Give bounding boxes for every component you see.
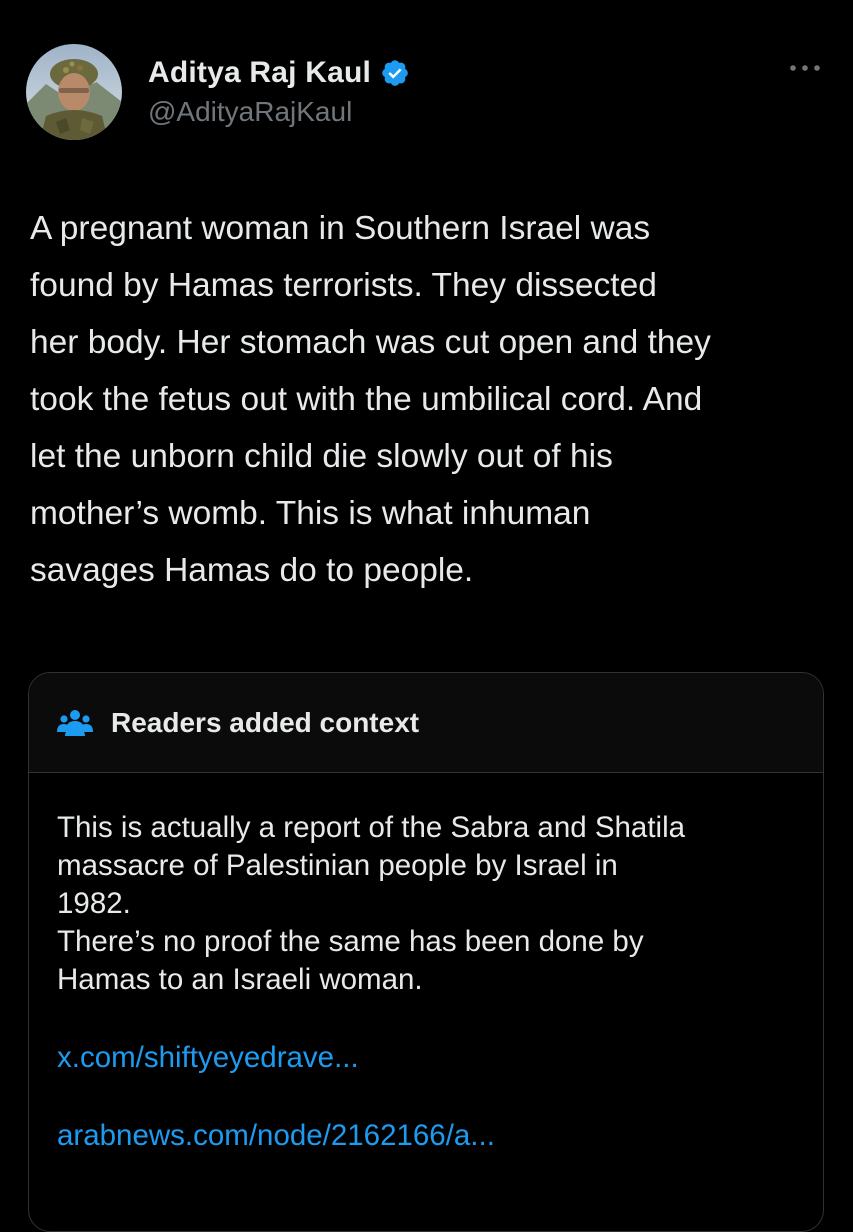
community-note-card[interactable]: Readers added context This is actually a… xyxy=(28,672,824,1232)
author-names: Aditya Raj Kaul @AdityaRajKaul xyxy=(148,56,410,128)
community-note-link-1[interactable]: x.com/shiftyeyedrave... xyxy=(57,1039,795,1077)
verified-badge-icon[interactable] xyxy=(380,58,410,88)
community-note-link-2[interactable]: arabnews.com/node/2162166/a... xyxy=(57,1117,795,1155)
display-name-row: Aditya Raj Kaul xyxy=(148,56,410,90)
community-note-body: This is actually a report of the Sabra a… xyxy=(29,773,823,1155)
avatar[interactable] xyxy=(26,44,122,140)
community-note-header: Readers added context xyxy=(29,673,823,773)
people-icon xyxy=(57,708,93,738)
community-note-text: This is actually a report of the Sabra a… xyxy=(57,811,686,996)
author-display-name[interactable]: Aditya Raj Kaul xyxy=(148,56,371,90)
more-dots-icon[interactable] xyxy=(787,58,823,78)
tweet-text: A pregnant woman in Southern Israel was … xyxy=(30,210,711,589)
tweet-header: Aditya Raj Kaul @AdityaRajKaul xyxy=(26,44,827,144)
author-handle[interactable]: @AdityaRajKaul xyxy=(148,96,410,128)
avatar-image xyxy=(26,44,122,140)
community-note-title: Readers added context xyxy=(111,706,420,738)
